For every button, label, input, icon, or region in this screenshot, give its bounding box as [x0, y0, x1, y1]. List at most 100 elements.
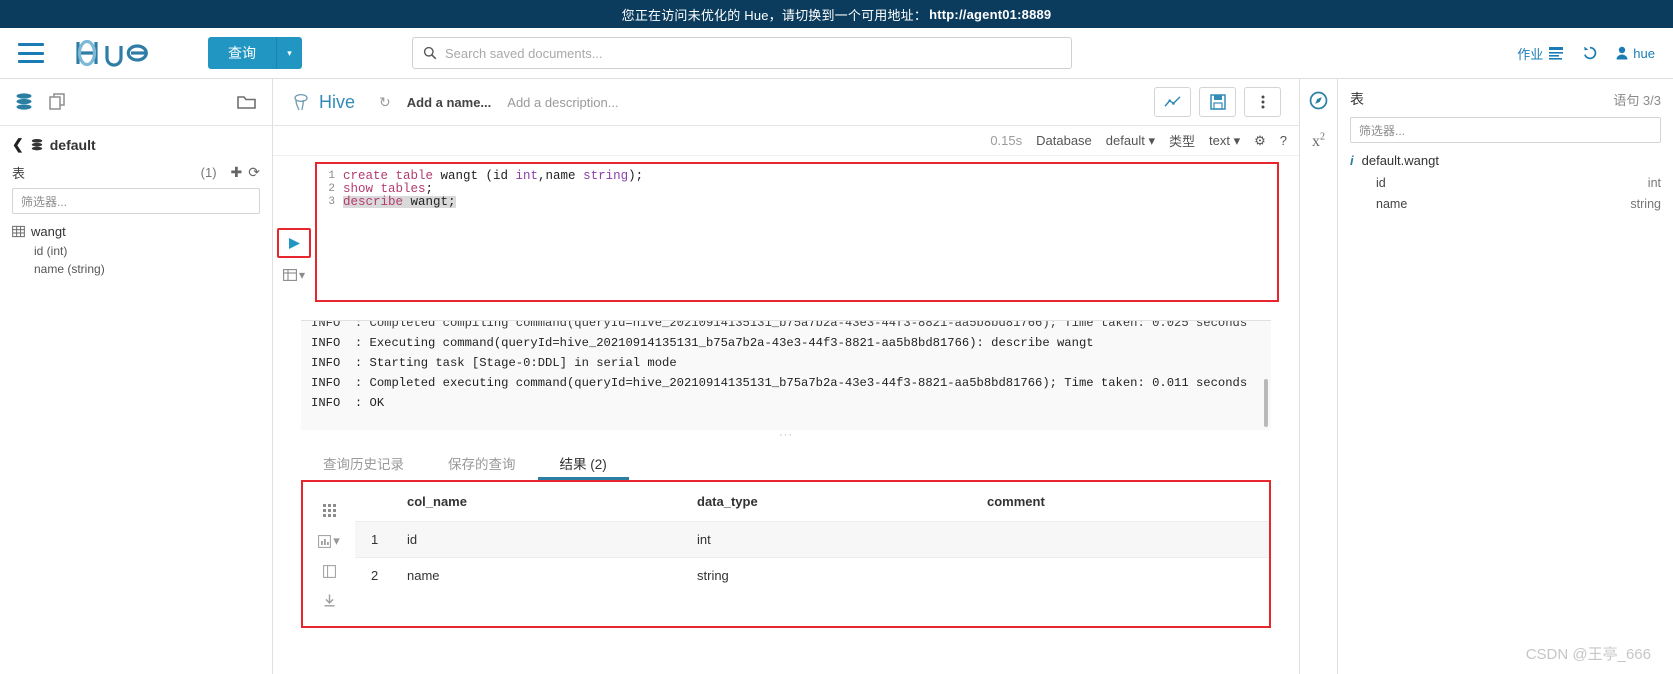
row-index-header	[355, 482, 399, 522]
left-assist-panel: ❮ default 表 (1) ✚ ⟳ 筛选器... wangt id (int…	[0, 79, 273, 674]
query-dropdown-caret-icon[interactable]: ▾	[276, 37, 302, 69]
type-selector[interactable]: text ▾	[1209, 133, 1240, 149]
editor-engine[interactable]: Hive	[291, 92, 355, 113]
documents-icon[interactable]	[48, 92, 68, 112]
play-icon	[289, 237, 300, 249]
editor-area: ▾ 1 create table wangt (id int,name stri…	[273, 156, 1299, 302]
chart-button[interactable]	[1154, 87, 1191, 117]
gear-icon[interactable]: ⚙	[1254, 133, 1266, 149]
columns-icon	[322, 565, 336, 578]
plus-icon[interactable]: ✚	[231, 164, 243, 181]
hue-logo[interactable]	[74, 38, 170, 68]
query-description-input[interactable]: Add a description...	[507, 95, 618, 110]
query-name-input[interactable]: Add a name...	[407, 95, 492, 110]
hamburger-icon[interactable]	[18, 43, 44, 63]
jobs-icon	[1549, 47, 1564, 60]
cell-col-name: id	[399, 521, 689, 558]
cell-comment	[979, 557, 1269, 593]
assist-column-item[interactable]: name (string)	[34, 262, 260, 276]
table-icon	[12, 225, 25, 238]
user-name: hue	[1633, 45, 1655, 61]
table-header-row: col_name data_type comment	[355, 482, 1269, 522]
folder-icon[interactable]	[236, 92, 258, 112]
editor-header: Hive ↻ Add a name... Add a description..…	[273, 79, 1299, 126]
column-type: int	[1647, 176, 1661, 190]
editor-gutter-tools: ▾	[273, 162, 315, 302]
editor-settings-bar: 0.15s Database default ▾ 类型 text ▾ ⚙ ?	[273, 126, 1299, 156]
save-icon	[1209, 94, 1226, 110]
right-panel-table-item[interactable]: i default.wangt	[1350, 153, 1661, 168]
column-header-col-name[interactable]: col_name	[399, 482, 689, 522]
search-saved-documents[interactable]: Search saved documents...	[412, 37, 1072, 69]
info-icon[interactable]: i	[1350, 153, 1354, 168]
right-panel-column-item[interactable]: id int	[1376, 176, 1661, 190]
navbar: 查询 ▾ Search saved documents... 作业 hue	[0, 28, 1673, 79]
more-options-button[interactable]	[1244, 87, 1281, 117]
right-panel-filter-input[interactable]: 筛选器...	[1350, 117, 1661, 143]
right-panel-title: 表	[1350, 91, 1364, 107]
tab-query-history[interactable]: 查询历史记录	[301, 450, 426, 480]
database-value: default	[1105, 132, 1145, 148]
warning-banner-url[interactable]: http://agent01:8889	[929, 7, 1051, 22]
chart-view-button[interactable]: ▾	[318, 533, 340, 549]
assist-column-item[interactable]: id (int)	[34, 244, 260, 258]
right-panel-column-item[interactable]: name string	[1376, 197, 1661, 211]
statement-counter: 语句 3/3	[1613, 92, 1661, 108]
jobs-link[interactable]: 作业	[1517, 44, 1564, 63]
table-row[interactable]: 2 name string	[355, 557, 1269, 593]
download-button[interactable]	[323, 594, 336, 607]
execute-button[interactable]	[277, 228, 311, 258]
line-number: 2	[328, 182, 335, 195]
assist-filter-placeholder: 筛选器...	[21, 194, 68, 209]
code-line[interactable]: 1 create table wangt (id int,name string…	[317, 170, 1277, 183]
database-icon[interactable]	[14, 92, 34, 112]
format-button[interactable]: ▾	[283, 268, 305, 282]
tab-saved-queries[interactable]: 保存的查询	[426, 450, 538, 480]
log-scrollbar[interactable]	[1264, 379, 1268, 427]
columns-view-button[interactable]	[322, 565, 336, 578]
grid-view-button[interactable]	[322, 504, 336, 517]
user-menu[interactable]: hue	[1616, 46, 1655, 61]
tab-results[interactable]: 结果 (2)	[537, 450, 629, 480]
sql-editor[interactable]: 1 create table wangt (id int,name string…	[315, 162, 1279, 302]
column-header-data-type[interactable]: data_type	[689, 482, 979, 522]
right-panel-table-name: default.wangt	[1361, 153, 1439, 168]
code-text-selected: describe wangt;	[343, 194, 456, 209]
query-button-group[interactable]: 查询 ▾	[208, 37, 302, 69]
assist-icon[interactable]	[1309, 91, 1328, 114]
right-panel-header: 表 语句 3/3	[1350, 89, 1661, 109]
line-number: 1	[328, 170, 335, 182]
code-line[interactable]: 3 describe wangt;	[317, 194, 1277, 209]
database-name[interactable]: default	[50, 137, 96, 153]
row-index: 1	[355, 521, 399, 558]
editor-engine-label: Hive	[319, 91, 356, 112]
history-link[interactable]	[1582, 45, 1598, 61]
database-selector[interactable]: default ▾	[1106, 133, 1155, 149]
database-label: Database	[1036, 133, 1092, 148]
row-index: 2	[355, 557, 399, 593]
results-tools: ▾	[303, 482, 355, 626]
code-line[interactable]: 2 show tables;	[317, 182, 1277, 196]
results-panel: ▾ col_name data_type comment 1 id int 2 …	[301, 480, 1271, 628]
save-button[interactable]	[1199, 87, 1236, 117]
query-log-panel[interactable]: INFO : Completed compiling command(query…	[301, 320, 1271, 430]
history-icon[interactable]: ↻	[379, 94, 391, 111]
cell-data-type: int	[689, 521, 979, 558]
search-input[interactable]: Search saved documents...	[445, 46, 603, 61]
help-icon[interactable]: ?	[1280, 133, 1287, 148]
refresh-icon[interactable]: ⟳	[248, 164, 260, 181]
breadcrumb: ❮ default	[12, 136, 260, 153]
download-icon	[324, 594, 334, 607]
table-row[interactable]: 1 id int	[355, 521, 1269, 558]
right-assist-panel: 表 语句 3/3 筛选器... i default.wangt id int n…	[1337, 79, 1673, 674]
assist-toolbar	[0, 79, 272, 126]
query-button[interactable]: 查询	[208, 37, 276, 69]
assist-body: ❮ default 表 (1) ✚ ⟳ 筛选器... wangt id (int…	[0, 126, 272, 674]
assist-table-item[interactable]: wangt	[12, 224, 260, 239]
log-resize-grip[interactable]: ···	[273, 430, 1299, 444]
column-header-comment[interactable]: comment	[979, 482, 1269, 522]
back-arrow-icon[interactable]: ❮	[12, 136, 24, 153]
x-squared-icon[interactable]: x2	[1312, 132, 1325, 151]
editor-header-actions	[1154, 87, 1281, 117]
assist-filter-input[interactable]: 筛选器...	[12, 188, 260, 214]
